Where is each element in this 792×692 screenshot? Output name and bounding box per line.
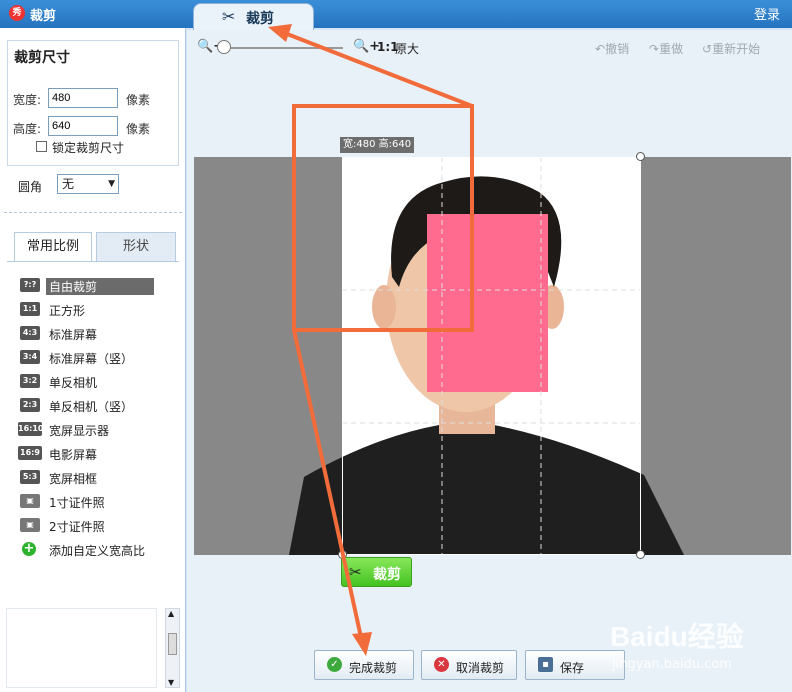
ratio-label: 单反相机 (49, 376, 98, 390)
ratio-label: 标准屏幕（竖） (49, 352, 134, 366)
ratio-label: 电影屏幕 (49, 448, 98, 462)
ratio-label: 自由裁剪 (46, 278, 154, 295)
crop-button-label: 裁剪 (373, 567, 401, 583)
tab-underline (7, 261, 179, 262)
crop-handle-bottom-right[interactable] (636, 550, 645, 559)
width-input[interactable] (48, 88, 118, 108)
ratio-free-icon: ?:? (20, 278, 40, 292)
lock-size-label[interactable]: 锁定裁剪尺寸 (52, 139, 124, 156)
plus-icon: + (22, 541, 36, 556)
lock-size-checkbox[interactable] (36, 141, 47, 152)
height-label: 高度: (13, 122, 42, 136)
corner-radius-value: 无 (62, 177, 75, 191)
ratio-1-1-icon: 1:1 (20, 302, 40, 316)
corner-radius-label: 圆角 (18, 180, 43, 194)
id-photo-icon: ▣ (20, 518, 40, 532)
height-unit: 像素 (126, 122, 151, 136)
ratio-item-4-3[interactable]: 4:3 标准屏幕 (20, 324, 180, 344)
window-title: 裁剪 (30, 9, 57, 24)
tab-shape[interactable]: 形状 (96, 232, 176, 262)
app-logo-icon: 秀 (9, 5, 25, 21)
image-canvas[interactable] (194, 157, 791, 555)
restart-label: 重新开始 (712, 42, 761, 56)
restart-icon: ↺ (702, 42, 713, 56)
watermark-url: jingyan.baidu.com (612, 657, 732, 672)
ratio-item-2-inch[interactable]: ▣ 2寸证件照 (20, 516, 180, 536)
ratio-5-3-icon: 5:3 (20, 470, 40, 484)
scissors-icon: ✂ (349, 563, 362, 581)
crop-frame[interactable] (342, 157, 641, 555)
crop-handle-top-right[interactable] (636, 152, 645, 161)
save-icon: ▪ (538, 657, 553, 672)
tab-common-ratio[interactable]: 常用比例 (14, 232, 92, 262)
cancel-crop-button[interactable]: ✕ 取消裁剪 (421, 650, 517, 680)
ratio-item-3-4[interactable]: 3:4 标准屏幕（竖） (20, 348, 180, 368)
ratio-3-4-icon: 3:4 (20, 350, 40, 364)
ratio-label: 2寸证件照 (49, 520, 105, 534)
checkmark-icon: ✓ (327, 657, 342, 672)
ratio-item-square[interactable]: 1:1 正方形 (20, 300, 180, 320)
ratio-4-3-icon: 4:3 (20, 326, 40, 340)
finish-crop-label: 完成裁剪 (349, 661, 398, 675)
divider (4, 212, 182, 213)
corner-radius-select[interactable]: 无 ▼ (57, 174, 119, 194)
crop-size-title: 裁剪尺寸 (14, 50, 70, 66)
close-icon: ✕ (434, 657, 449, 672)
zoom-slider-track[interactable] (221, 47, 343, 49)
cancel-crop-label: 取消裁剪 (456, 661, 505, 675)
ratio-label: 宽屏显示器 (49, 424, 110, 438)
ratio-3-2-icon: 3:2 (20, 374, 40, 388)
ratio-label: 正方形 (49, 304, 86, 318)
chevron-down-icon: ▼ (108, 179, 115, 189)
ratio-label: 单反相机（竖） (49, 400, 134, 414)
crop-button[interactable]: ✂ 裁剪 (341, 557, 412, 587)
scroll-down-icon[interactable]: ▼ (168, 678, 174, 687)
ratio-item-5-3[interactable]: 5:3 宽屏相框 (20, 468, 180, 488)
watermark-logo: Baidu经验 (610, 621, 744, 652)
zoom-toolbar: 🔍− 🔍+ 1:1 原大 ↶撤销 ↷重做 ↺重新开始 (187, 30, 792, 64)
zoom-slider-knob[interactable] (217, 40, 231, 54)
scroll-up-icon[interactable]: ▲ (168, 609, 174, 618)
restart-button[interactable]: ↺重新开始 (702, 40, 760, 57)
ratio-item-add-custom[interactable]: + 添加自定义宽高比 (20, 540, 180, 560)
scrollbar[interactable]: ▲ ▼ (165, 608, 180, 688)
ratio-label: 宽屏相框 (49, 472, 98, 486)
ratio-2-3-icon: 2:3 (20, 398, 40, 412)
redo-icon: ↷ (649, 42, 660, 56)
ratio-label: 1寸证件照 (49, 496, 105, 510)
login-link[interactable]: 登录 (754, 4, 780, 23)
height-input[interactable] (48, 116, 118, 136)
width-unit: 像素 (126, 93, 151, 107)
redo-button[interactable]: ↷重做 (649, 40, 683, 57)
ratio-item-16-9[interactable]: 16:9 电影屏幕 (18, 444, 180, 464)
original-size-button[interactable]: 原大 (395, 40, 419, 57)
ratio-item-1-inch[interactable]: ▣ 1寸证件照 (20, 492, 180, 512)
undo-label: 撤销 (605, 42, 630, 56)
ratio-item-16-10[interactable]: 16:10 宽屏显示器 (18, 420, 180, 440)
finish-crop-button[interactable]: ✓ 完成裁剪 (314, 650, 414, 680)
ratio-16-9-icon: 16:9 (18, 446, 42, 460)
ratio-item-3-2[interactable]: 3:2 单反相机 (20, 372, 180, 392)
ratio-item-2-3[interactable]: 2:3 单反相机（竖） (20, 396, 180, 416)
left-panel: 裁剪尺寸 宽度: 像素 高度: 像素 锁定裁剪尺寸 圆角 无 ▼ 常用比例 形状… (0, 28, 186, 692)
redo-label: 重做 (659, 42, 684, 56)
ratio-label: 标准屏幕 (49, 328, 98, 342)
save-label: 保存 (560, 661, 585, 675)
undo-icon: ↶ (595, 42, 606, 56)
scissors-icon: ✂ (222, 7, 236, 26)
ratio-item-free[interactable]: ?:? 自由裁剪 (20, 276, 180, 296)
id-photo-icon: ▣ (20, 494, 40, 508)
scroll-thumb[interactable] (168, 633, 177, 655)
tab-crop[interactable]: ✂ 裁剪 (193, 3, 314, 30)
crop-size-label: 宽:480 高:640 (340, 137, 415, 153)
workspace: 🔍− 🔍+ 1:1 原大 ↶撤销 ↷重做 ↺重新开始 (187, 30, 792, 692)
width-label: 宽度: (13, 93, 42, 107)
ratio-label: 添加自定义宽高比 (49, 544, 146, 558)
tab-crop-label: 裁剪 (246, 11, 274, 27)
preview-box (6, 608, 157, 688)
crop-size-box: 裁剪尺寸 宽度: 像素 高度: 像素 锁定裁剪尺寸 (7, 40, 179, 166)
undo-button[interactable]: ↶撤销 (595, 40, 629, 57)
ratio-16-10-icon: 16:10 (18, 422, 43, 436)
title-bar: 秀 裁剪 登录 (0, 0, 792, 28)
